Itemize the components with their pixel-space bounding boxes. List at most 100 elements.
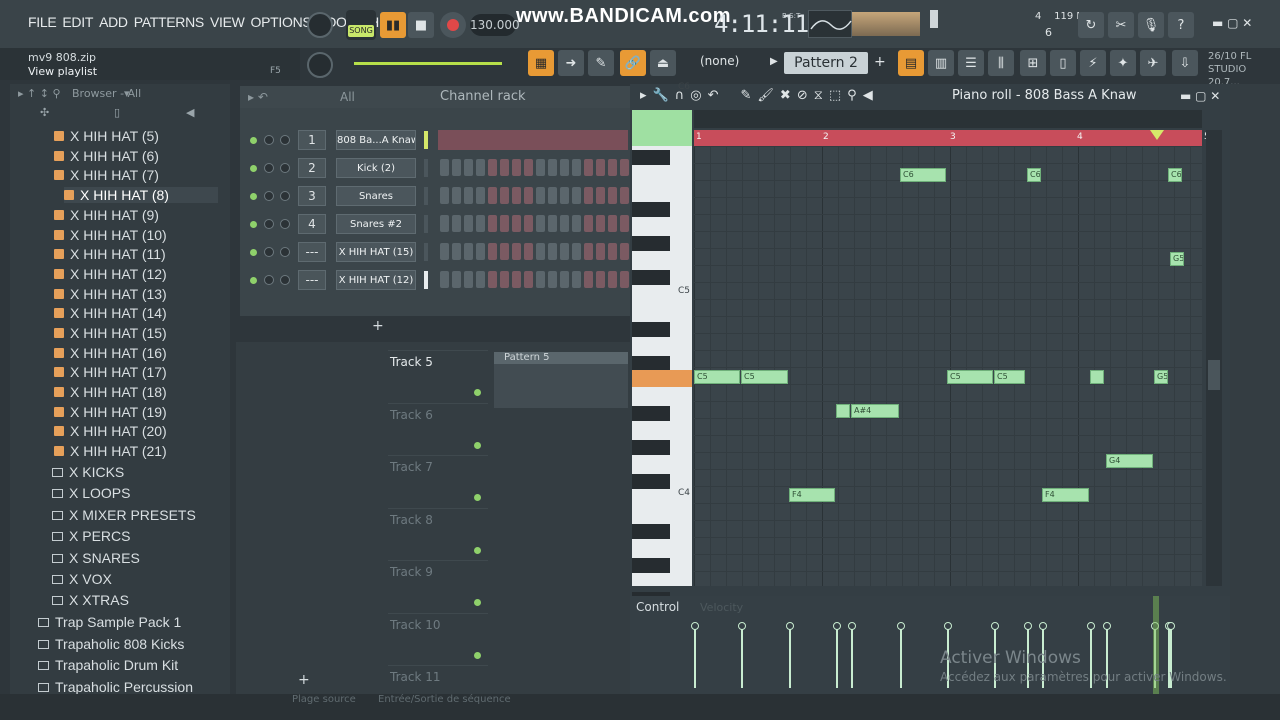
- browser-item[interactable]: X HIH HAT (9): [54, 207, 159, 223]
- menu-file[interactable]: FILE: [28, 14, 57, 30]
- channel-name-button[interactable]: Snares: [336, 186, 416, 206]
- master-volume-slider[interactable]: [354, 62, 502, 65]
- browser-item[interactable]: Trapaholic 808 Kicks: [38, 636, 184, 652]
- channel-select-indicator[interactable]: [424, 215, 428, 233]
- velocity-handle[interactable]: [691, 622, 699, 688]
- browser-item[interactable]: X HIH HAT (5): [54, 128, 159, 144]
- playhead-marker[interactable]: [1150, 130, 1164, 140]
- step-button[interactable]: [440, 271, 449, 288]
- step-button[interactable]: [572, 159, 581, 176]
- control-label[interactable]: Control: [636, 600, 679, 614]
- note[interactable]: C5: [741, 370, 788, 384]
- step-button[interactable]: [488, 271, 497, 288]
- step-button[interactable]: [440, 159, 449, 176]
- browser-item[interactable]: X HIH HAT (10): [54, 227, 167, 243]
- browser-item[interactable]: X HIH HAT (20): [54, 423, 167, 439]
- note[interactable]: G5: [1154, 370, 1168, 384]
- menu-add[interactable]: ADD: [99, 14, 128, 30]
- step-button[interactable]: [464, 159, 473, 176]
- browser-item[interactable]: X PERCS: [52, 528, 130, 544]
- piano-keyboard[interactable]: C6 C5 C4: [632, 82, 692, 631]
- step-button[interactable]: [452, 159, 461, 176]
- step-button[interactable]: [620, 243, 629, 260]
- menu-options[interactable]: OPTIONS: [251, 14, 312, 30]
- browser-item[interactable]: X HIH HAT (12): [54, 266, 167, 282]
- help-icon[interactable]: ?: [1168, 12, 1194, 38]
- playlist-track-header[interactable]: Track 9: [388, 560, 488, 612]
- black-key[interactable]: [632, 558, 670, 573]
- note[interactable]: C6: [900, 168, 946, 182]
- browser-options-icon[interactable]: ▾: [124, 87, 130, 100]
- channel-mute-led[interactable]: [250, 137, 257, 144]
- pat-song-switch[interactable]: SONG: [346, 10, 376, 40]
- black-key[interactable]: [632, 236, 670, 251]
- stop-button[interactable]: ■: [408, 12, 434, 38]
- note[interactable]: C5: [694, 370, 740, 384]
- browser-item[interactable]: X HIH HAT (17): [54, 364, 167, 380]
- tempo-display[interactable]: 130.000: [470, 14, 520, 36]
- browser-item[interactable]: X SNARES: [52, 550, 140, 566]
- step-button[interactable]: [584, 215, 593, 232]
- browser-item[interactable]: X HIH HAT (7): [54, 167, 159, 183]
- step-button[interactable]: [572, 215, 581, 232]
- step-button[interactable]: [536, 159, 545, 176]
- browser-item[interactable]: X HIH HAT (19): [54, 404, 167, 420]
- step-button[interactable]: [572, 187, 581, 204]
- channel-pan-knob[interactable]: [264, 135, 274, 145]
- step-button[interactable]: [512, 187, 521, 204]
- step-button[interactable]: [608, 243, 617, 260]
- delete-tool-icon[interactable]: ✖: [780, 88, 791, 103]
- step-button[interactable]: [596, 215, 605, 232]
- step-button[interactable]: [608, 215, 617, 232]
- step-button[interactable]: [548, 215, 557, 232]
- step-button[interactable]: [500, 243, 509, 260]
- cut-tool-icon[interactable]: ✂: [1108, 12, 1134, 38]
- note[interactable]: G5: [1170, 252, 1184, 266]
- velocity-handle[interactable]: [897, 622, 905, 688]
- channel-select-indicator[interactable]: [424, 131, 428, 149]
- black-key[interactable]: [632, 406, 670, 421]
- step-button[interactable]: [512, 243, 521, 260]
- channel-pan-knob[interactable]: [264, 219, 274, 229]
- wrench-icon[interactable]: 🔧: [653, 88, 669, 103]
- file-icon[interactable]: ▯: [114, 106, 120, 119]
- window-controls[interactable]: ▬ ▢ ✕: [1212, 16, 1252, 30]
- channel-name-button[interactable]: X HIH HAT (15): [336, 242, 416, 262]
- metronome-icon[interactable]: ⏏: [650, 50, 676, 76]
- step-button[interactable]: [584, 271, 593, 288]
- velocity-handle[interactable]: [833, 622, 841, 688]
- menu-edit[interactable]: EDIT: [62, 14, 93, 30]
- step-button[interactable]: [620, 271, 629, 288]
- browser-nav-icons[interactable]: ▸ ↑ ↕ ⚲: [18, 87, 61, 100]
- channel-volume-knob[interactable]: [280, 275, 290, 285]
- paint-tool-icon[interactable]: 🖌: [757, 88, 774, 103]
- black-key[interactable]: [632, 440, 670, 455]
- step-button[interactable]: [488, 215, 497, 232]
- step-button[interactable]: [548, 243, 557, 260]
- channel-volume-knob[interactable]: [280, 219, 290, 229]
- track-mute-led[interactable]: [474, 546, 481, 554]
- step-button[interactable]: [440, 215, 449, 232]
- microphone-icon[interactable]: 🎙: [1138, 12, 1164, 38]
- step-button[interactable]: [608, 271, 617, 288]
- browser-item[interactable]: X LOOPS: [52, 485, 130, 501]
- pencil-icon[interactable]: ✎: [588, 50, 614, 76]
- step-button[interactable]: [620, 187, 629, 204]
- tempo-tap-icon[interactable]: ✦: [1110, 50, 1136, 76]
- step-button[interactable]: [524, 243, 533, 260]
- step-button[interactable]: [500, 159, 509, 176]
- step-button[interactable]: [452, 271, 461, 288]
- pr-menu-icon[interactable]: ▸: [640, 88, 647, 103]
- step-button[interactable]: [476, 243, 485, 260]
- step-button[interactable]: [524, 159, 533, 176]
- step-button[interactable]: [452, 215, 461, 232]
- step-button[interactable]: [452, 187, 461, 204]
- note[interactable]: F4: [789, 488, 835, 502]
- step-button[interactable]: [440, 187, 449, 204]
- step-button[interactable]: [524, 271, 533, 288]
- browser-item[interactable]: Trapaholic Drum Kit: [38, 657, 178, 673]
- step-button[interactable]: [584, 159, 593, 176]
- channel-volume-knob[interactable]: [280, 191, 290, 201]
- channel-select-indicator[interactable]: [424, 187, 428, 205]
- channel-mixer-track[interactable]: 4: [298, 214, 326, 234]
